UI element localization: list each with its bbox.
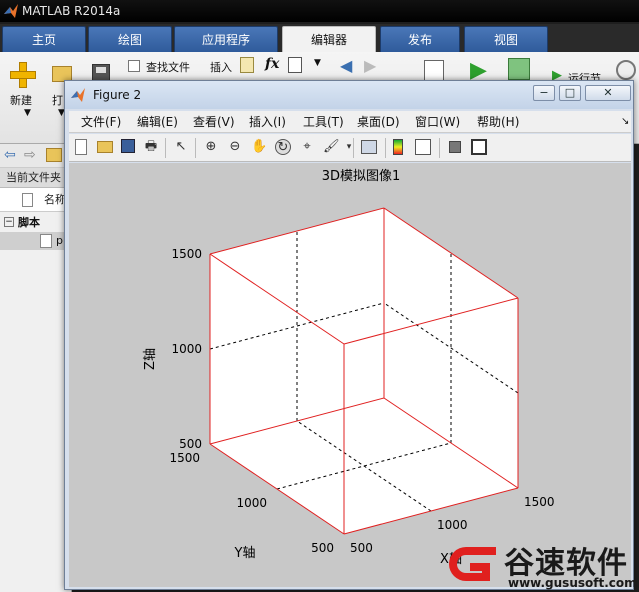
current-folder-panel: ⇦ ⇨ 当前文件夹 名称 − 脚本 p [0,144,72,592]
chart-title: 3D模拟图像1 [322,169,401,184]
app-title-bar: MATLAB R2014a [0,0,639,22]
y-tick-label: 500 [311,541,334,555]
percent-icon[interactable] [288,57,302,73]
menu-insert[interactable]: 插入(I) [245,111,290,133]
menu-dock-arrow-icon[interactable]: ↘ [617,111,633,133]
close-button[interactable]: ✕ [585,85,631,101]
m-file-icon [40,234,52,248]
open-file-icon[interactable] [97,141,113,153]
menu-edit[interactable]: 编辑(E) [133,111,182,133]
matlab-logo-icon [4,4,18,18]
figure-toolbar: 🖶 ↖ ⊕ ⊖ ✋ ↻ ⌖ 🖌 ▾ [69,134,631,162]
run-time-icon[interactable] [616,60,636,80]
new-dropdown-icon[interactable]: ▼ [24,108,31,118]
watermark-url: www.gususoft.com [508,576,637,590]
scripts-group[interactable]: − 脚本 [0,214,72,232]
figure-title: Figure 2 [93,88,142,102]
x-tick-label: 500 [350,541,373,555]
toolbar-separator [353,138,354,158]
run-advance-icon[interactable] [508,58,530,80]
toolbar-separator [439,138,440,158]
toolbar-separator [195,138,196,158]
current-folder-label: 当前文件夹 [0,168,72,188]
y-axis-label: Y轴 [234,546,256,561]
forward-arrow-icon[interactable]: ▶ [364,56,376,75]
minimize-button[interactable]: − [533,85,555,101]
menu-file[interactable]: 文件(F) [77,111,125,133]
up-folder-icon[interactable] [46,148,62,162]
save-figure-icon[interactable] [121,139,135,153]
fx-button[interactable]: fx [265,56,279,72]
file-column-icon [22,193,33,207]
link-plot-icon[interactable] [361,140,377,154]
y-tick-label: 1000 [236,496,267,510]
data-cursor-icon[interactable]: ⌖ [299,139,315,155]
find-files-icon[interactable] [128,60,140,72]
forward-icon[interactable]: ⇨ [24,147,36,163]
menu-window[interactable]: 窗口(W) [411,111,464,133]
new-figure-icon[interactable] [75,139,87,155]
back-icon[interactable]: ⇦ [4,147,16,163]
zoom-in-icon[interactable]: ⊕ [203,139,219,155]
name-column-label: 名称 [44,193,66,206]
matlab-app: MATLAB R2014a 主页 绘图 应用程序 编辑器 发布 视图 新建 ▼ … [0,0,639,592]
colorbar-icon[interactable] [393,139,403,155]
tab-view[interactable]: 视图 [464,26,548,52]
z-axis-label: Z轴 [143,348,158,370]
rotate-3d-icon[interactable]: ↻ [275,139,291,155]
app-title: MATLAB R2014a [22,4,121,18]
menu-desktop[interactable]: 桌面(D) [353,111,404,133]
menu-tools[interactable]: 工具(T) [299,111,348,133]
zoom-out-icon[interactable]: ⊖ [227,139,243,155]
figure-window: Figure 2 − □ ✕ 文件(F) 编辑(E) 查看(V) 插入(I) 工… [64,80,634,590]
z-tick-label: 500 [179,437,202,451]
tab-home[interactable]: 主页 [2,26,86,52]
toolbar-separator [165,138,166,158]
tab-plots[interactable]: 绘图 [88,26,172,52]
axes-box-faces [210,208,518,534]
tab-editor[interactable]: 编辑器 [282,26,376,52]
more-dropdown-icon[interactable]: ▼ [314,58,321,68]
figure-title-bar: Figure 2 − □ ✕ [65,81,633,109]
toolbar-separator [385,138,386,158]
insert-button[interactable]: 插入 [210,59,232,75]
scripts-group-label: 脚本 [18,216,40,229]
x-tick-label: 1500 [524,495,555,509]
matlab-figure-icon [71,88,85,102]
ribbon-tabs: 主页 绘图 应用程序 编辑器 发布 视图 [0,24,639,52]
z-tick-label: 1000 [171,342,202,356]
file-item-name: p [56,234,63,247]
brush-icon[interactable]: 🖌 [323,139,340,155]
hide-plot-tools-icon[interactable] [449,141,461,153]
show-plot-tools-icon[interactable] [471,139,487,155]
3d-axes[interactable]: 3D模拟图像1 50010001500500100015005001000150… [69,163,631,587]
x-tick-label: 1000 [437,518,468,532]
pointer-icon[interactable]: ↖ [173,139,189,155]
menu-view[interactable]: 查看(V) [189,111,239,133]
maximize-button[interactable]: □ [559,85,581,101]
legend-icon[interactable] [415,139,431,155]
insert-comment-icon[interactable] [240,57,254,73]
pan-hand-icon[interactable]: ✋ [251,139,267,155]
gususoft-logo-icon [449,547,496,581]
open-button-label[interactable]: 打 [52,92,63,108]
figure-canvas: 3D模拟图像1 500 1000 1500 500 1000 1500 500 1000 150… [69,163,631,587]
z-tick-label: 1500 [171,247,202,261]
new-button-label[interactable]: 新建 [10,92,32,108]
print-icon[interactable]: 🖶 [143,139,159,155]
find-files-button[interactable]: 查找文件 [146,59,190,75]
name-column-header[interactable]: 名称 [0,188,72,212]
back-arrow-icon[interactable]: ◀ [340,56,352,75]
figure-menubar: 文件(F) 编辑(E) 查看(V) 插入(I) 工具(T) 桌面(D) 窗口(W… [69,111,631,133]
brush-dropdown-icon[interactable]: ▾ [341,139,357,155]
tab-publish[interactable]: 发布 [380,26,460,52]
new-plus-icon[interactable] [10,62,36,88]
y-tick-label: 1500 [169,451,200,465]
tab-apps[interactable]: 应用程序 [174,26,278,52]
collapse-icon[interactable]: − [4,217,14,227]
menu-help[interactable]: 帮助(H) [473,111,523,133]
folder-nav-bar: ⇦ ⇨ [0,144,72,168]
file-list-item[interactable]: p [0,232,72,250]
